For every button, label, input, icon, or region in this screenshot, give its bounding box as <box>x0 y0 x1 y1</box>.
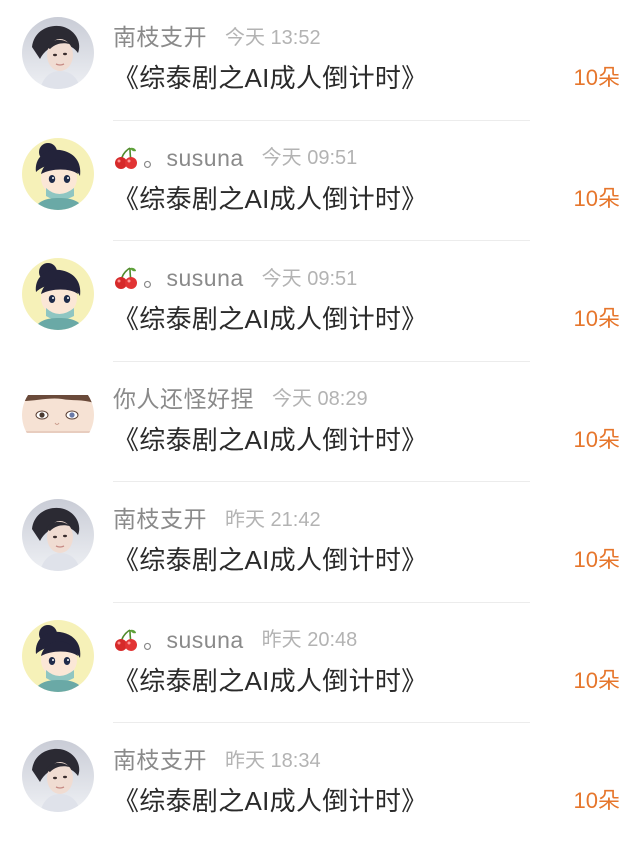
comment-row[interactable]: 南枝支开 昨天 18:34 《综泰剧之AI成人倒计时》 10朵 <box>0 723 640 844</box>
comment-meta: 。susuna 今天 09:51 <box>113 139 357 173</box>
flower-count: 10朵 <box>573 65 620 90</box>
eyes-avatar[interactable] <box>22 378 94 451</box>
flower-count: 10朵 <box>573 788 620 813</box>
username[interactable]: 南枝支开 <box>113 18 207 52</box>
portrait-avatar[interactable] <box>22 740 94 812</box>
flower-count: 10朵 <box>573 185 620 211</box>
cherry-icon <box>113 265 139 291</box>
comment-text: 《综泰剧之AI成人倒计时》 <box>113 424 428 455</box>
comment-text: 《综泰剧之AI成人倒计时》 <box>113 786 428 816</box>
timestamp: 昨天 20:48 <box>261 629 358 651</box>
comment-row[interactable]: 。susuna 今天 09:51 《综泰剧之AI成人倒计时》 10朵 <box>0 121 640 241</box>
timestamp: 昨天 21:42 <box>225 508 321 531</box>
comment-text: 《综泰剧之AI成人倒计时》 <box>113 545 428 575</box>
comment-meta: 。susuna 今天 09:51 <box>113 259 357 293</box>
username-text: 你人还怪好捏 <box>113 385 254 412</box>
username[interactable]: 你人还怪好捏 <box>113 380 254 414</box>
comment-text: 《综泰剧之AI成人倒计时》 <box>113 183 428 214</box>
comment-meta: 南枝支开 今天 13:52 <box>113 18 321 52</box>
comment-row[interactable]: 你人还怪好捏 今天 08:29 《综泰剧之AI成人倒计时》 10朵 <box>0 362 640 482</box>
username-text: 南枝支开 <box>113 747 207 773</box>
comment-meta: 南枝支开 昨天 21:42 <box>113 500 321 534</box>
cherry-icon <box>113 145 139 171</box>
portrait-avatar[interactable] <box>22 499 94 571</box>
cherry-icon <box>113 627 139 653</box>
portrait-avatar[interactable] <box>22 17 94 89</box>
comment-meta: 南枝支开 昨天 18:34 <box>113 741 321 775</box>
cartoon-avatar[interactable] <box>22 619 94 692</box>
comment-row[interactable]: 。susuna 昨天 20:48 《综泰剧之AI成人倒计时》 10朵 <box>0 603 640 723</box>
timestamp: 今天 08:29 <box>272 388 368 410</box>
username[interactable]: 。susuna <box>113 259 244 293</box>
comment-text: 《综泰剧之AI成人倒计时》 <box>113 665 428 696</box>
username[interactable]: 南枝支开 <box>113 741 207 775</box>
comment-row[interactable]: 南枝支开 今天 13:52 《综泰剧之AI成人倒计时》 10朵 <box>0 0 640 121</box>
cartoon-avatar[interactable] <box>22 137 94 210</box>
comment-list: 南枝支开 今天 13:52 《综泰剧之AI成人倒计时》 10朵 。susuna 今天 0… <box>0 0 640 837</box>
flower-count: 10朵 <box>573 547 620 572</box>
username-text: 南枝支开 <box>113 24 207 50</box>
username[interactable]: 。susuna <box>113 621 244 655</box>
username[interactable]: 南枝支开 <box>113 500 207 534</box>
username[interactable]: 。susuna <box>113 139 244 173</box>
comment-row[interactable]: 。susuna 今天 09:51 《综泰剧之AI成人倒计时》 10朵 <box>0 241 640 362</box>
comment-text: 《综泰剧之AI成人倒计时》 <box>113 304 428 334</box>
comment-meta: 。susuna 昨天 20:48 <box>113 621 357 655</box>
flower-count: 10朵 <box>573 667 620 693</box>
comment-row[interactable]: 南枝支开 昨天 21:42 《综泰剧之AI成人倒计时》 10朵 <box>0 482 640 603</box>
timestamp: 今天 13:52 <box>225 26 321 49</box>
username-text: 。susuna <box>143 265 244 291</box>
timestamp: 昨天 18:34 <box>225 749 321 772</box>
username-text: 南枝支开 <box>113 506 207 532</box>
comment-text: 《综泰剧之AI成人倒计时》 <box>113 63 428 93</box>
timestamp: 今天 09:51 <box>261 267 358 290</box>
timestamp: 今天 09:51 <box>261 147 358 169</box>
cartoon-avatar[interactable] <box>22 258 94 330</box>
comment-meta: 你人还怪好捏 今天 08:29 <box>113 380 368 414</box>
flower-count: 10朵 <box>573 426 620 452</box>
username-text: 。susuna <box>143 144 244 171</box>
flower-count: 10朵 <box>573 306 620 331</box>
username-text: 。susuna <box>143 626 244 653</box>
